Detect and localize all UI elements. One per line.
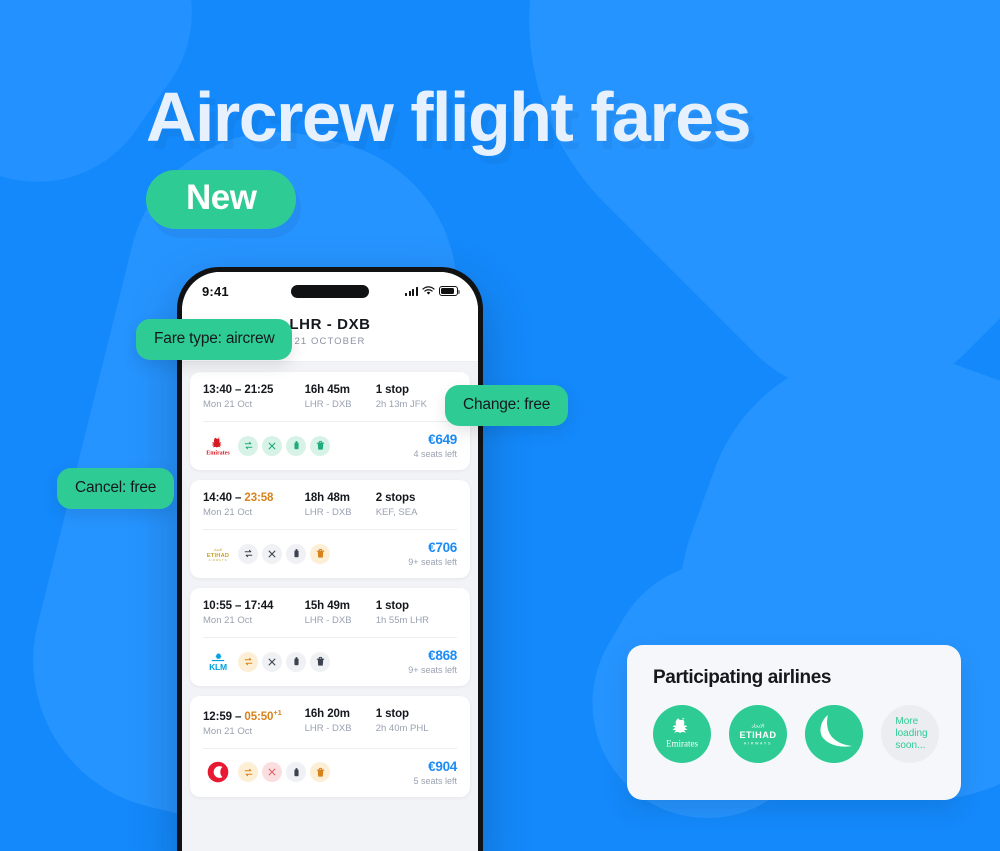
cancel-icon[interactable] — [262, 435, 282, 456]
flight-results-list[interactable]: 13:40 – 21:25 Mon 21 Oct 16h 45m LHR - D… — [182, 362, 478, 797]
flight-stops: 1 stop — [375, 708, 409, 720]
seats-left: 5 seats left — [413, 775, 457, 786]
seats-left: 4 seats left — [413, 449, 457, 459]
fare-amenities — [238, 543, 330, 564]
flight-stop-detail: 2h 40m PHL — [375, 723, 429, 734]
card-divider — [203, 529, 457, 530]
fare-amenities — [238, 651, 330, 672]
more-placeholder-icon: More loading soon... — [881, 705, 939, 763]
checked-bag-icon[interactable] — [310, 435, 330, 456]
new-badge: New — [146, 170, 297, 229]
flight-times: 10:55 – 17:44 — [203, 600, 274, 612]
change-icon[interactable] — [238, 435, 258, 456]
flight-duration: 16h 20m — [304, 708, 350, 720]
change-icon[interactable] — [238, 762, 258, 783]
flight-date: Mon 21 Oct — [203, 507, 253, 518]
cancel-icon[interactable] — [262, 543, 282, 564]
checked-bag-icon[interactable] — [310, 651, 330, 672]
airline-logo-icon — [203, 761, 233, 783]
callout-cancel: Cancel: free — [57, 468, 175, 509]
flight-date: Mon 21 Oct — [203, 725, 253, 737]
flight-card[interactable]: 12:59 – 05:50+1 Mon 21 Oct 16h 20m LHR -… — [190, 696, 470, 797]
cancel-icon[interactable] — [262, 762, 282, 783]
etihad-logo-icon: الاتحاد ETIHAD AIRWAYS — [729, 705, 787, 763]
more-loading-label: More loading soon... — [895, 716, 928, 751]
svg-text:Emirates: Emirates — [206, 450, 230, 456]
cancel-icon[interactable] — [262, 651, 282, 672]
participating-airlines-title: Participating airlines — [653, 667, 832, 688]
flight-price: €649 — [428, 432, 457, 447]
flight-card[interactable]: 13:40 – 21:25 Mon 21 Oct 16h 45m LHR - D… — [190, 372, 470, 470]
status-bar-indicators — [404, 286, 460, 296]
seats-left: 9+ seats left — [408, 557, 457, 567]
checked-bag-icon[interactable] — [310, 543, 330, 564]
personal-bag-icon[interactable] — [286, 543, 306, 564]
flight-duration: 16h 45m — [304, 384, 350, 396]
airline-logo-icon: KLM — [203, 651, 233, 673]
flight-route: LHR - DXB — [304, 507, 352, 518]
svg-text:AIRWAYS: AIRWAYS — [744, 741, 772, 745]
flight-stop-detail: 1h 55m LHR — [375, 615, 430, 626]
flight-duration: 18h 48m — [304, 492, 350, 504]
flight-duration: 15h 49m — [304, 600, 350, 612]
card-divider — [203, 637, 457, 638]
flight-route: LHR - DXB — [304, 615, 352, 626]
flight-times: 14:40 – 23:58 — [203, 492, 274, 504]
callout-fare-type: Fare type: aircrew — [136, 319, 293, 360]
battery-icon — [439, 286, 460, 296]
checked-bag-icon[interactable] — [310, 762, 330, 783]
personal-bag-icon[interactable] — [286, 651, 306, 672]
flight-stops: 2 stops — [375, 492, 416, 504]
fare-amenities — [238, 435, 330, 456]
svg-text:الاتحاد: الاتحاد — [214, 547, 223, 551]
wifi-icon — [422, 286, 435, 296]
flight-card[interactable]: 10:55 – 17:44 Mon 21 Oct 15h 49m LHR - D… — [190, 588, 470, 686]
svg-text:Emirates: Emirates — [666, 739, 699, 749]
promo-banner: Aircrew flight fares New 9:41 LHR - DXB … — [0, 0, 1000, 851]
svg-text:الاتحاد: الاتحاد — [751, 724, 764, 730]
personal-bag-icon[interactable] — [286, 435, 306, 456]
flight-date: Mon 21 Oct — [203, 615, 253, 626]
flight-card[interactable]: 14:40 – 23:58 Mon 21 Oct 18h 48m LHR - D… — [190, 480, 470, 578]
flight-price: €706 — [428, 540, 457, 555]
card-divider — [203, 747, 457, 749]
cellular-bars-icon — [404, 286, 418, 296]
personal-bag-icon[interactable] — [286, 762, 306, 783]
seats-left: 9+ seats left — [408, 665, 457, 675]
change-icon[interactable] — [238, 651, 258, 672]
participating-airlines-logos: Emirates الاتحاد ETIHAD AIRWAYS More loa… — [653, 705, 939, 763]
flight-price: €904 — [428, 758, 457, 774]
card-divider — [203, 421, 457, 422]
svg-text:KLM: KLM — [209, 661, 227, 671]
fare-amenities — [238, 762, 330, 783]
callout-change: Change: free — [445, 385, 569, 426]
svg-text:ETIHAD: ETIHAD — [739, 730, 776, 740]
flight-times: 13:40 – 21:25 — [203, 384, 274, 396]
page-title: Aircrew flight fares — [146, 78, 752, 156]
crescent-logo-icon — [805, 705, 863, 763]
dynamic-island — [291, 285, 369, 298]
flight-stops: 1 stop — [375, 600, 409, 612]
airline-logo-icon: الاتحاد ETIHAD AIRWAYS — [203, 543, 233, 565]
change-icon[interactable] — [238, 543, 258, 564]
hero-section: Aircrew flight fares New — [146, 82, 906, 229]
participating-airlines-card: Participating airlines Emirates الاتحاد … — [627, 645, 961, 800]
airline-logo-icon: Emirates — [203, 435, 233, 457]
flight-route: LHR - DXB — [304, 399, 352, 410]
status-bar: 9:41 — [182, 272, 478, 310]
flight-date: Mon 21 Oct — [203, 399, 253, 410]
flight-stop-detail: KEF, SEA — [375, 507, 418, 518]
flight-price: €868 — [428, 648, 457, 663]
status-bar-time: 9:41 — [202, 283, 229, 299]
flight-route: LHR - DXB — [304, 723, 352, 734]
emirates-logo-icon: Emirates — [653, 705, 711, 763]
svg-text:AIRWAYS: AIRWAYS — [209, 558, 228, 562]
svg-text:ETIHAD: ETIHAD — [207, 553, 229, 559]
flight-times: 12:59 – 05:50+1 — [203, 708, 282, 723]
